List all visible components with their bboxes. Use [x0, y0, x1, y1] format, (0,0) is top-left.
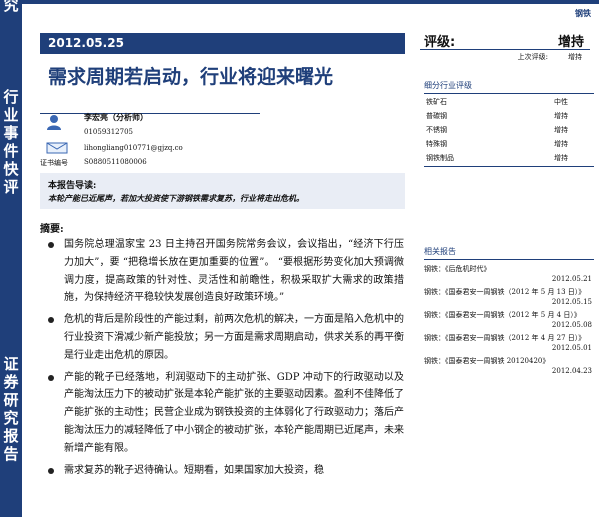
analyst-name: 李宏亮（分析师） [84, 112, 148, 122]
guide-text: 本轮产能已近尾声，若加大投资使下游钢铁需求复苏，行业将走出危机。 [48, 193, 304, 203]
industry-rating-row: 钢铁制品 增持 [424, 152, 594, 166]
industry-name: 铁矿石 [426, 98, 447, 106]
bullet-dot-icon [48, 467, 54, 474]
industry-rating: 中性 [554, 98, 568, 106]
related-report-item[interactable]: 钢铁：《国泰君安一周钢铁（2012 年 4 月 27 日）》 2012.05.0… [424, 333, 594, 354]
rating-box: 评级: 增持 [420, 30, 590, 50]
summary-bullet-text: 产能的靴子已经落地，利润驱动下的主动扩张、GDP 冲动下的行政驱动以及产能淘汰压… [64, 371, 404, 454]
related-report-item[interactable]: 钢铁：《国泰君安一周钢铁（2012 年 5 月 4 日）》 2012.05.08 [424, 310, 594, 331]
email-icon [46, 142, 68, 154]
summary-bullet-text: 危机的背后是阶段性的产能过剩，前两次危机的解决，一方面是陷入危机中的行业投资下滑… [64, 314, 404, 361]
analyst-email[interactable]: lihongliang010771@gjzq.co [84, 144, 183, 152]
industry-name: 普碳钢 [426, 112, 447, 120]
related-report-title[interactable]: 钢铁：《国泰君安一周钢铁 20120420》 [424, 356, 594, 366]
previous-rating-label: 上次评级: [517, 53, 548, 61]
related-report-date: 2012.05.21 [551, 275, 592, 283]
bullet-dot-icon [48, 317, 54, 324]
related-report-title[interactable]: 钢铁：《国泰君安一周钢铁（2012 年 4 月 27 日）》 [424, 333, 594, 343]
industry-rating-divider [424, 166, 594, 167]
analyst-divider [40, 113, 260, 114]
report-date-banner: 2012.05.25 [40, 33, 405, 54]
bullet-dot-icon [48, 242, 54, 248]
related-report-date: 2012.05.01 [551, 344, 592, 352]
summary-bullet: 国务院总理温家宝 23 日主持召开国务院常务会议，会议指出，“经济下行压力加大”… [42, 236, 404, 307]
industry-rating-row: 铁矿石 中性 [424, 96, 594, 110]
previous-rating: 上次评级: 增持 [420, 52, 590, 64]
rating-value: 增持 [557, 35, 584, 50]
left-vertical-category: 行业事件快评 [3, 88, 19, 196]
industry-rating: 增持 [554, 126, 568, 134]
related-report-title[interactable]: 钢铁：《国泰君安一周钢铁（2012 年 5 月 13 日）》 [424, 287, 594, 297]
industry-rating-table: 铁矿石 中性 普碳钢 增持 不锈钢 增持 特殊钢 增持 钢铁制品 增持 [424, 96, 594, 166]
industry-rating: 增持 [554, 154, 568, 162]
industry-rating-row: 普碳钢 增持 [424, 110, 594, 124]
report-title: 需求周期若启动，行业将迎来曙光 [48, 66, 334, 88]
related-report-date: 2012.04.23 [551, 367, 592, 375]
related-report-title[interactable]: 钢铁：《后危机时代》 [424, 264, 594, 274]
industry-name: 不锈钢 [426, 126, 447, 134]
certificate-number: S0880511080006 [84, 158, 147, 166]
summary-bullet-text: 国务院总理温家宝 23 日主持召开国务院常务会议，会议指出，“经济下行压力加大”… [64, 239, 404, 304]
analyst-phone: 01059312705 [84, 128, 133, 136]
certificate-label: 证书编号 [40, 159, 68, 167]
sector-label: 钢铁 [575, 9, 591, 18]
top-header-line [22, 0, 599, 4]
industry-rating-title: 细分行业评级 [424, 80, 594, 94]
related-report-date: 2012.05.15 [551, 298, 592, 306]
summary-bullet-text: 需求复苏的靴子迟待确认。短期看，如果国家加大投资，稳 [64, 464, 324, 476]
industry-rating-row: 特殊钢 增持 [424, 138, 594, 152]
related-report-date: 2012.05.08 [551, 321, 592, 329]
summary-title: 摘要: [40, 224, 64, 235]
left-vertical-top-text: 究 [3, 0, 19, 14]
related-reports-title: 相关报告 [424, 246, 594, 260]
summary-bullet: 产能的靴子已经落地，利润驱动下的主动扩张、GDP 冲动下的行政驱动以及产能淘汰压… [42, 369, 404, 458]
summary-bullet: 危机的背后是阶段性的产能过剩，前两次危机的解决，一方面是陷入危机中的行业投资下滑… [42, 311, 404, 364]
previous-rating-value: 增持 [568, 53, 582, 61]
rating-label: 评级: [424, 35, 456, 50]
related-reports-list: 钢铁：《后危机时代》 2012.05.21 钢铁：《国泰君安一周钢铁（2012 … [424, 264, 594, 379]
summary-bullet: 需求复苏的靴子迟待确认。短期看，如果国家加大投资，稳 [42, 462, 404, 480]
summary-bullets: 国务院总理温家宝 23 日主持召开国务院常务会议，会议指出，“经济下行压力加大”… [42, 236, 404, 483]
analyst-avatar-icon [47, 115, 61, 130]
industry-rating: 增持 [554, 112, 568, 120]
industry-rating: 增持 [554, 140, 568, 148]
industry-name: 钢铁制品 [426, 154, 454, 162]
industry-name: 特殊钢 [426, 140, 447, 148]
related-report-item[interactable]: 钢铁：《后危机时代》 2012.05.21 [424, 264, 594, 285]
bullet-dot-icon [48, 374, 54, 381]
related-report-title[interactable]: 钢铁：《国泰君安一周钢铁（2012 年 5 月 4 日）》 [424, 310, 594, 320]
guide-title: 本报告导读: [48, 181, 97, 191]
related-report-item[interactable]: 钢铁：《国泰君安一周钢铁（2012 年 5 月 13 日）》 2012.05.1… [424, 287, 594, 308]
left-vertical-report-type: 证券研究报告 [3, 355, 19, 463]
related-report-item[interactable]: 钢铁：《国泰君安一周钢铁 20120420》 2012.04.23 [424, 356, 594, 377]
industry-rating-row: 不锈钢 增持 [424, 124, 594, 138]
